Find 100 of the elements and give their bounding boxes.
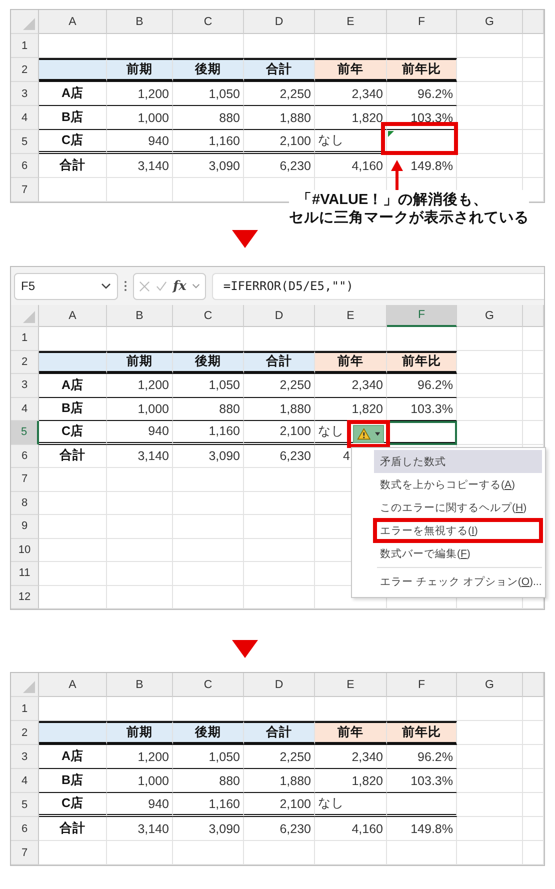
table-cell: 2,100 [244, 421, 315, 444]
column-header[interactable]: E [315, 673, 387, 697]
menu-item[interactable]: エラーを無視する(I) [374, 519, 542, 542]
table-cell: 前期 [107, 350, 173, 374]
table-cell: 1,880 [244, 769, 315, 793]
table-cell [173, 538, 244, 562]
check-icon[interactable] [156, 280, 167, 292]
table-cell: 149.8% [387, 817, 457, 841]
table-cell [523, 82, 544, 106]
row-header[interactable]: 1 [11, 34, 39, 58]
chevron-icon [101, 283, 111, 289]
menu-item[interactable]: エラー チェック オプション(O)... [374, 570, 542, 593]
row-header[interactable]: 2 [11, 721, 39, 745]
table-cell [315, 841, 387, 865]
table-cell: 4,160 [315, 154, 387, 178]
formula-field[interactable]: =IFERROR(D5/E5,"") [212, 272, 544, 300]
table-cell: A店 [39, 745, 107, 769]
row-header[interactable]: 12 [11, 586, 39, 609]
table-cell [173, 515, 244, 538]
column-header[interactable] [523, 305, 544, 327]
row-header[interactable]: 6 [11, 154, 39, 178]
row-header[interactable]: 11 [11, 562, 39, 586]
row-header[interactable]: 1 [11, 327, 39, 350]
row-header[interactable]: 8 [11, 492, 39, 515]
row-header[interactable]: 2 [11, 58, 39, 82]
column-header[interactable]: G [457, 10, 523, 34]
row-header[interactable]: 7 [11, 468, 39, 492]
column-header[interactable]: D [244, 305, 315, 327]
column-header[interactable]: A [39, 10, 107, 34]
table-cell [39, 515, 107, 538]
column-header[interactable]: D [244, 10, 315, 34]
row-header[interactable]: 4 [11, 106, 39, 130]
table-cell: 1,820 [315, 769, 387, 793]
column-header[interactable]: G [457, 305, 523, 327]
row-header[interactable]: 2 [11, 350, 39, 374]
table-cell: B店 [39, 769, 107, 793]
insert-function-button[interactable]: fx [173, 278, 186, 294]
select-all-button[interactable] [11, 673, 39, 697]
column-header[interactable] [523, 673, 544, 697]
column-header[interactable]: G [457, 673, 523, 697]
row-header[interactable]: 3 [11, 745, 39, 769]
column-header[interactable]: E [315, 10, 387, 34]
row-header[interactable]: 7 [11, 841, 39, 865]
row-header[interactable]: 3 [11, 82, 39, 106]
warning-icon [357, 427, 371, 441]
row-header[interactable]: 4 [11, 769, 39, 793]
table-cell [457, 106, 523, 130]
column-header[interactable]: D [244, 673, 315, 697]
table-cell [457, 327, 523, 350]
table-cell: 880 [173, 398, 244, 421]
row-header[interactable]: 5 [11, 130, 39, 154]
row-header[interactable]: 7 [11, 178, 39, 202]
table-cell [244, 492, 315, 515]
select-all-button[interactable] [11, 305, 39, 327]
column-header[interactable]: C [173, 10, 244, 34]
table-cell: 後期 [173, 721, 244, 745]
row-header[interactable]: 5 [11, 421, 39, 444]
row-header[interactable]: 1 [11, 697, 39, 721]
column-header[interactable]: F [387, 305, 457, 327]
column-header[interactable]: F [387, 673, 457, 697]
pointer-arrow [391, 160, 403, 190]
table-cell [39, 492, 107, 515]
column-header[interactable]: B [107, 673, 173, 697]
row-header[interactable]: 6 [11, 817, 39, 841]
row-header[interactable]: 10 [11, 538, 39, 562]
row-header[interactable]: 9 [11, 515, 39, 538]
column-header[interactable]: C [173, 305, 244, 327]
column-header[interactable]: C [173, 673, 244, 697]
row-header[interactable]: 4 [11, 398, 39, 421]
table-cell: 合計 [39, 444, 107, 468]
column-header[interactable]: B [107, 305, 173, 327]
column-header[interactable]: A [39, 673, 107, 697]
row-header[interactable]: 5 [11, 793, 39, 817]
column-header[interactable]: F [387, 10, 457, 34]
table-cell: A店 [39, 374, 107, 398]
caret-icon [374, 432, 380, 436]
error-button[interactable] [353, 425, 384, 443]
menu-item[interactable]: 数式を上からコピーする(A) [374, 473, 542, 496]
table-cell: 940 [107, 130, 173, 154]
menu-item[interactable]: 数式バーで編集(F) [374, 542, 542, 565]
column-header[interactable]: B [107, 10, 173, 34]
table-cell [173, 586, 244, 609]
cancel-icon[interactable] [139, 280, 150, 292]
column-header[interactable]: A [39, 305, 107, 327]
table-cell: 1,000 [107, 769, 173, 793]
table-cell [457, 697, 523, 721]
name-box[interactable]: F5 [14, 272, 118, 300]
table-cell [173, 468, 244, 492]
menu-item[interactable]: このエラーに関するヘルプ(H) [374, 496, 542, 519]
column-header[interactable]: E [315, 305, 387, 327]
row-header[interactable]: 3 [11, 374, 39, 398]
column-header[interactable] [523, 10, 544, 34]
table-cell [107, 562, 173, 586]
table-cell: B店 [39, 106, 107, 130]
table-cell [107, 538, 173, 562]
row-header[interactable]: 6 [11, 444, 39, 468]
table-cell: 合計 [39, 817, 107, 841]
select-all-button[interactable] [11, 10, 39, 34]
menu-heading: 矛盾した数式 [374, 450, 542, 473]
table-cell [387, 793, 457, 817]
